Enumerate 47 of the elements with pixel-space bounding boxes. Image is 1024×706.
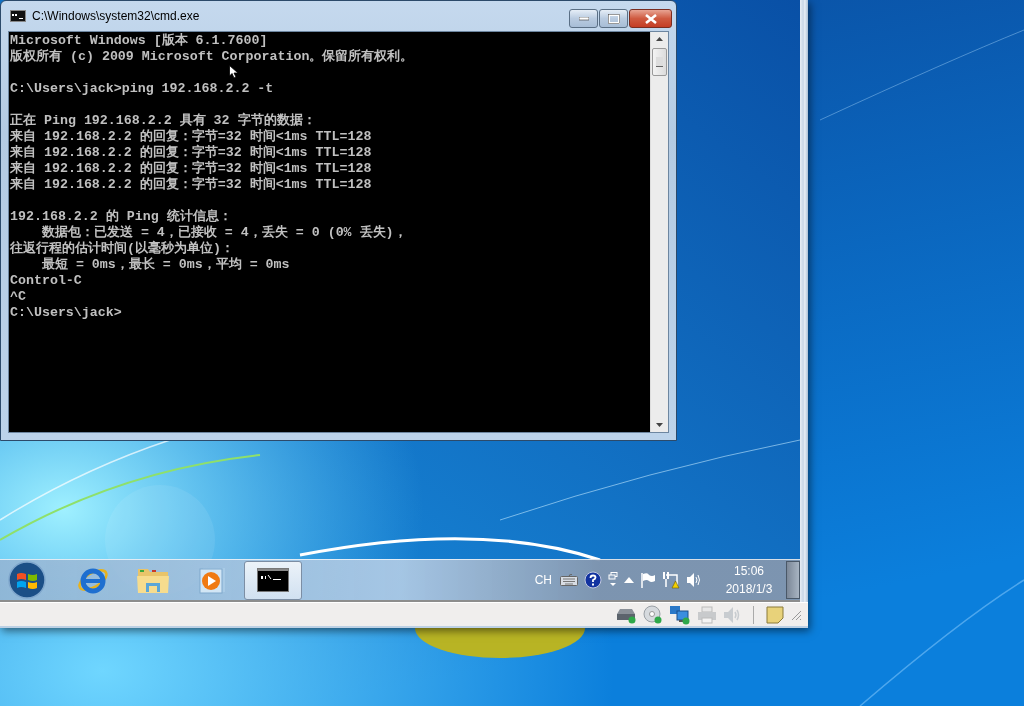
disc-icon[interactable] — [643, 604, 663, 625]
minimize-button[interactable] — [569, 9, 598, 28]
console-line: 最短 = 0ms，最长 = 0ms，平均 = 0ms — [40, 257, 290, 273]
help-icon[interactable] — [584, 571, 602, 589]
cursor-icon — [229, 65, 239, 79]
clock[interactable]: 15:06 2018/1/3 — [718, 562, 780, 598]
note-icon[interactable] — [766, 605, 784, 624]
console-line: 正在 Ping 192.168.2.2 具有 32 字节的数据： — [10, 113, 316, 128]
console-line: Control-C — [10, 273, 82, 289]
maximize-icon — [607, 13, 620, 24]
console-line: 数据包：已发送 = 4，已接收 = 4，丢失 = 0 (0% 丢失)， — [40, 225, 407, 240]
scrollbar[interactable] — [650, 32, 668, 432]
console-line: 往返行程的估计时间(以毫秒为单位)： — [10, 241, 234, 257]
console-line: ^C — [10, 289, 26, 305]
network-icon[interactable] — [669, 604, 691, 625]
scroll-thumb[interactable] — [652, 48, 667, 76]
flag-icon[interactable] — [640, 572, 656, 588]
clock-date: 2018/1/3 — [725, 581, 773, 598]
keyboard-icon[interactable] — [560, 574, 578, 586]
console-line: 版权所有 (c) 2009 Microsoft Corporation。保留所有权利。 — [10, 49, 414, 65]
console-line: Microsoft Windows [版本 6.1.7600] — [10, 33, 268, 49]
console-line: 来自 192.168.2.2 的回复：字节=32 时间<1ms TTL=128 — [10, 129, 372, 144]
window-arrow-icon[interactable] — [608, 572, 618, 588]
console-icon — [257, 568, 289, 592]
taskbar-button[interactable] — [244, 560, 302, 600]
expand-up-icon[interactable] — [624, 577, 634, 583]
console-icon — [10, 10, 26, 22]
speaker-icon[interactable] — [686, 572, 702, 588]
printer-icon[interactable] — [697, 605, 717, 624]
maximize-button[interactable] — [599, 9, 628, 28]
minimize-icon — [578, 16, 589, 21]
console-line: C:\Users\jack>ping 192.168.2.2 -t — [10, 81, 274, 97]
play-icon — [198, 565, 228, 595]
resize-grip-icon[interactable] — [790, 608, 802, 621]
console-line: 来自 192.168.2.2 的回复：字节=32 时间<1ms TTL=128 — [10, 161, 372, 176]
show-desktop-button[interactable] — [786, 561, 800, 599]
window-title: C:\Windows\system32\cmd.exe — [32, 9, 200, 23]
console-line: 来自 192.168.2.2 的回复：字节=32 时间<1ms TTL=128 — [10, 145, 372, 160]
language-indicator[interactable]: CH — [534, 573, 552, 587]
console-line: 192.168.2.2 的 Ping 统计信息： — [10, 209, 232, 225]
start-button[interactable] — [6, 560, 48, 600]
network-warning-icon[interactable] — [662, 571, 680, 589]
console-line: C:\Users\jack> — [10, 305, 122, 321]
clock-time: 15:06 — [734, 563, 764, 580]
close-button[interactable] — [629, 9, 672, 28]
close-icon — [644, 13, 657, 24]
console-line: 来自 192.168.2.2 的回复：字节=32 时间<1ms TTL=128 — [10, 177, 372, 193]
